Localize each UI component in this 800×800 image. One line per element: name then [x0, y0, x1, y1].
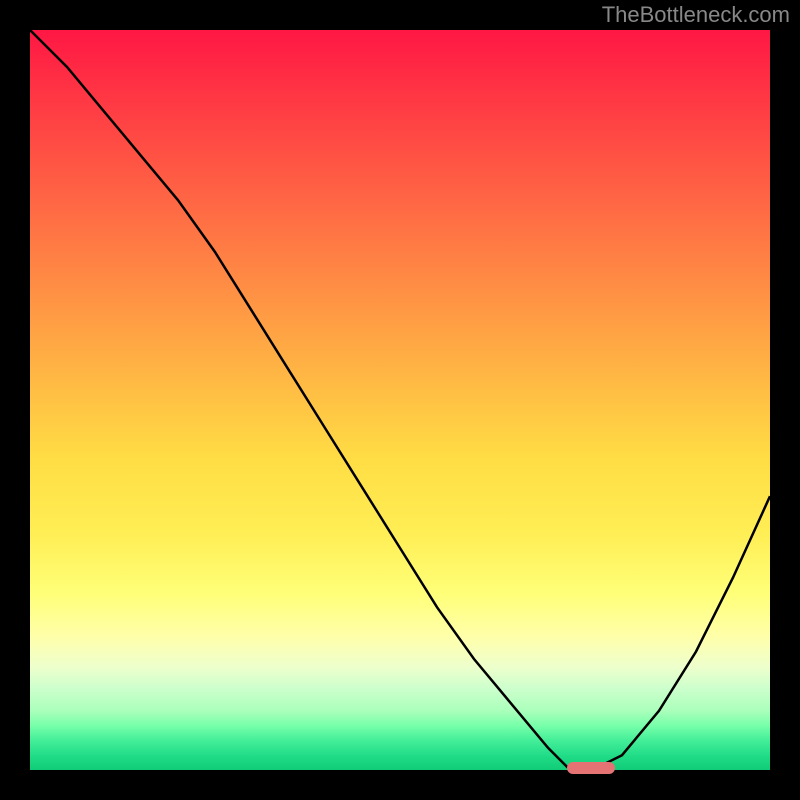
optimal-marker	[567, 762, 615, 774]
gradient-background	[30, 30, 770, 770]
watermark-text: TheBottleneck.com	[602, 2, 790, 28]
